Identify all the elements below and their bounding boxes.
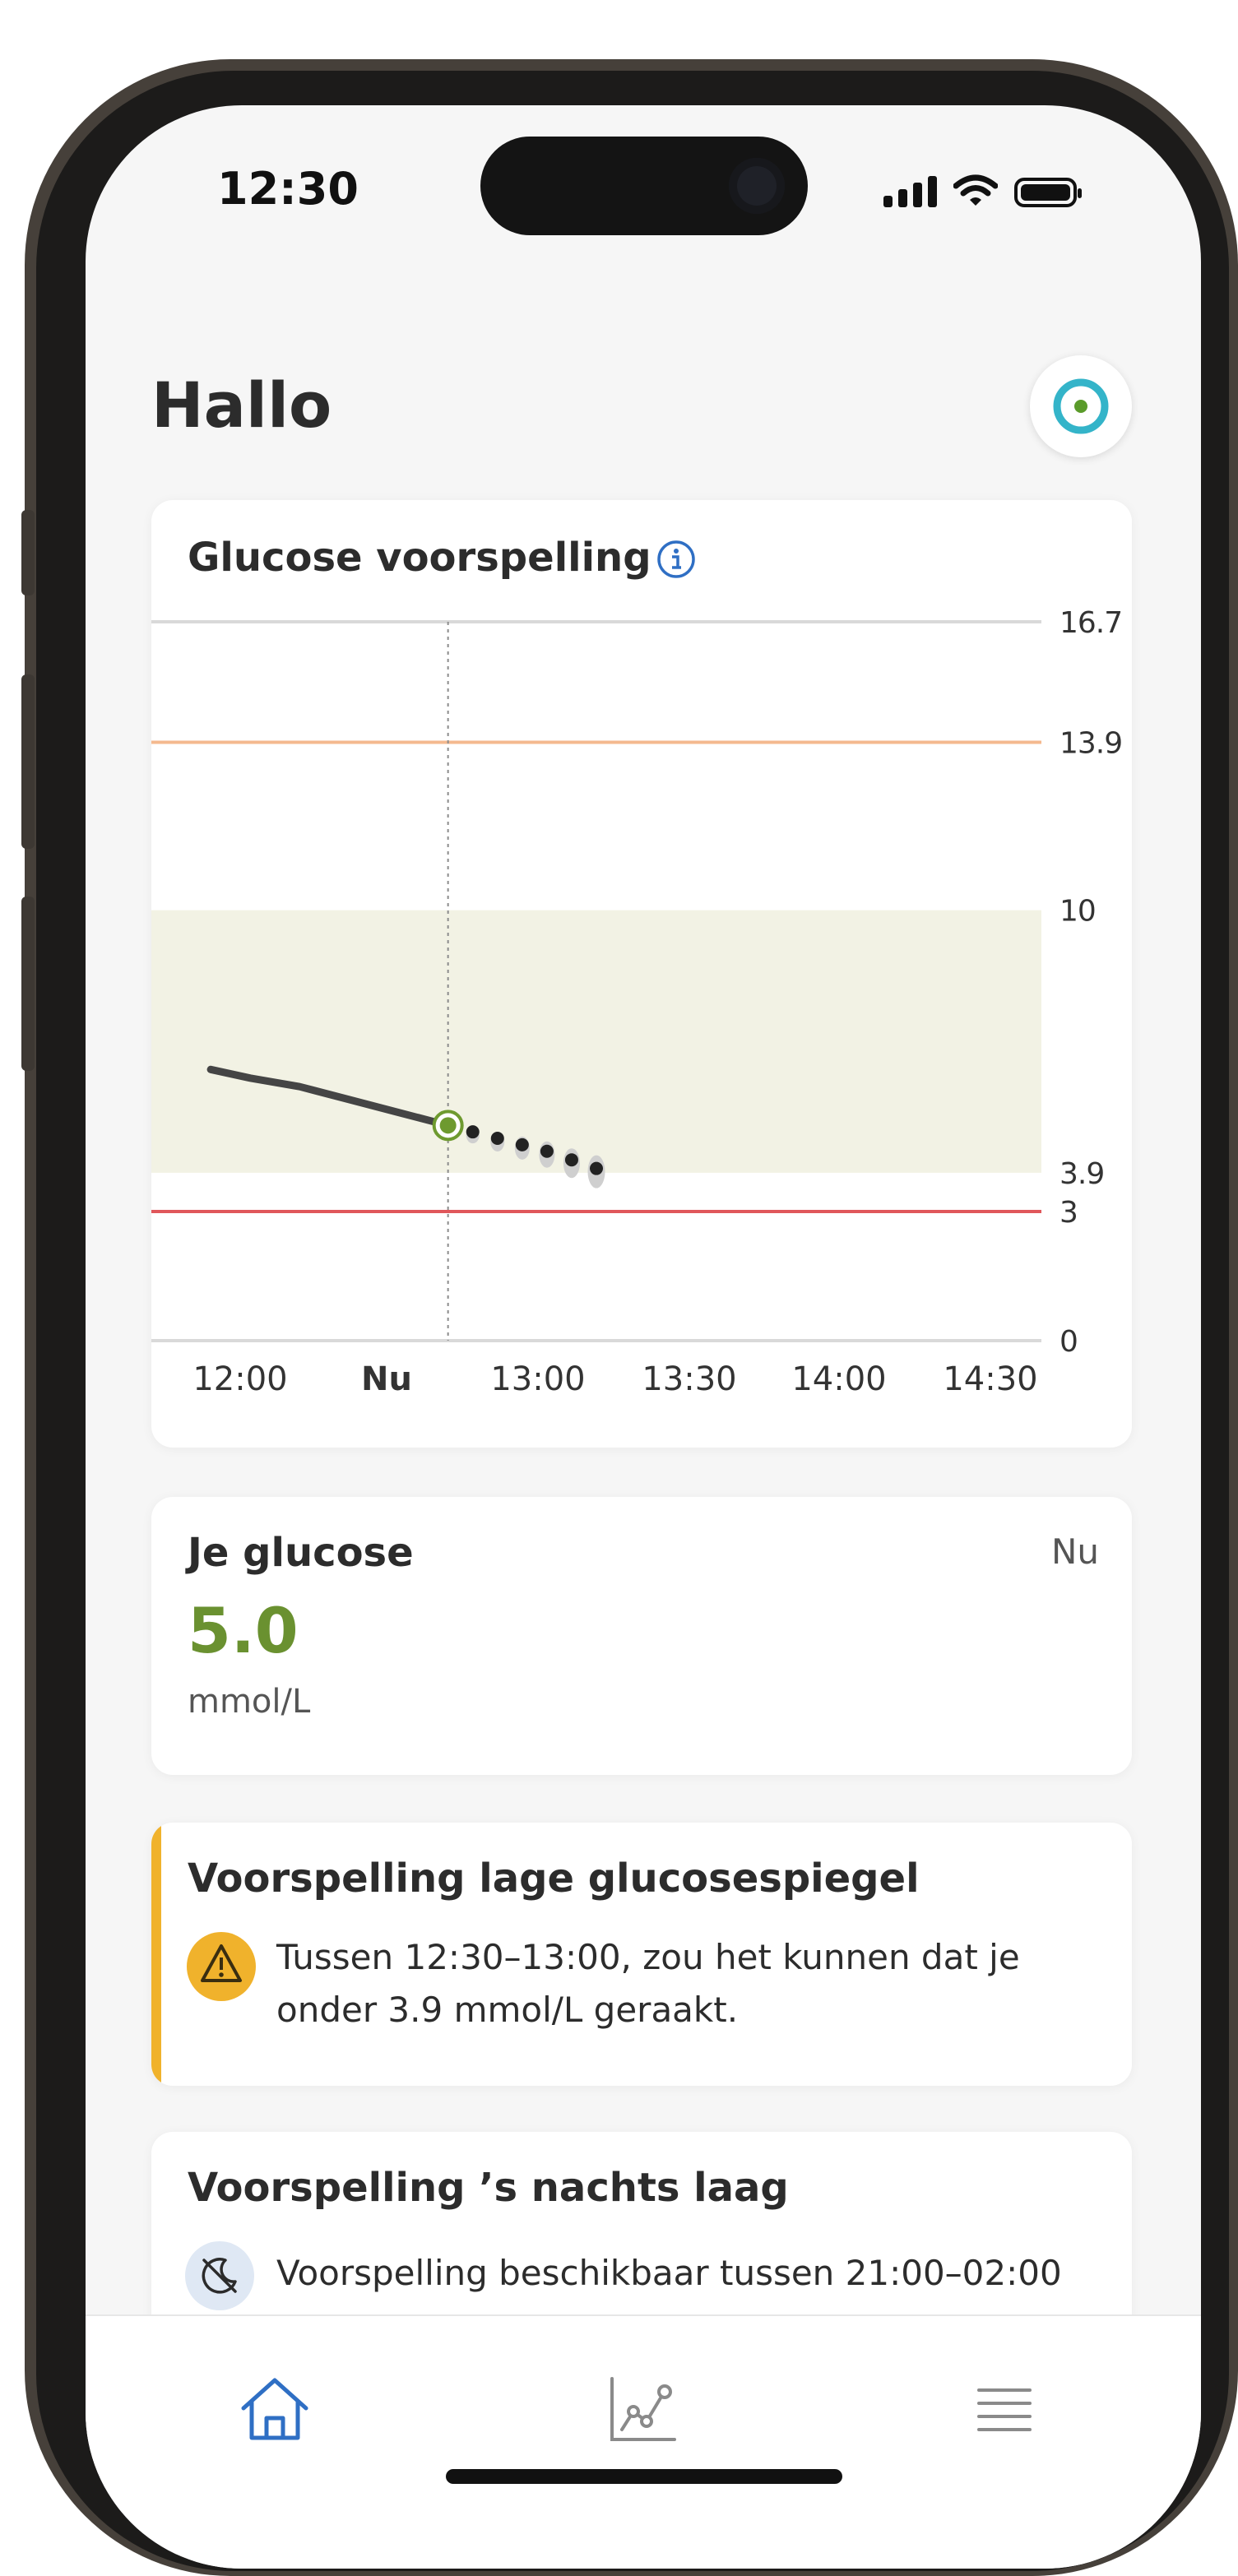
mute-switch [21, 510, 35, 595]
x-tick-label: 12:00 [192, 1360, 287, 1398]
menu-icon[interactable] [976, 2385, 1033, 2435]
status-icons [883, 174, 1082, 207]
status-time: 12:30 [217, 163, 359, 215]
glucose-card-title: Je glucose [188, 1530, 414, 1576]
alert-accent-bar [151, 1823, 161, 2086]
y-tick-label: 16.7 [1059, 606, 1122, 640]
chart-icon[interactable] [607, 2375, 678, 2444]
forecast-point [590, 1161, 603, 1175]
y-tick-label: 3 [1059, 1196, 1078, 1230]
sensor-icon [1053, 378, 1109, 434]
current-glucose-marker [439, 1117, 457, 1134]
y-tick-label: 10 [1059, 895, 1096, 929]
night-card-title: Voorspelling ’s nachts laag [188, 2165, 789, 2211]
bottom-tab-bar [86, 2314, 1201, 2569]
forecast-point [490, 1132, 504, 1146]
y-tick-label: 3.9 [1059, 1157, 1104, 1191]
volume-up-button [21, 674, 35, 849]
alert-text: Tussen 12:30–13:00, zou het kunnen dat j… [276, 1931, 1020, 2036]
glucose-time-label: Nu [1050, 1531, 1099, 1572]
alert-text-line-2: onder 3.9 mmol/L geraakt. [276, 1990, 739, 2030]
night-card-text: Voorspelling beschikbaar tussen 21:00–02… [276, 2253, 1062, 2293]
current-glucose-card[interactable]: Je glucose Nu 5.0 mmol/L [151, 1497, 1132, 1775]
x-tick-label: 13:30 [642, 1360, 736, 1398]
wifi-icon [953, 174, 998, 206]
y-tick-label: 0 [1059, 1325, 1078, 1359]
glucose-value: 5.0 [188, 1594, 299, 1667]
target-range-band [151, 910, 1041, 1173]
glucose-forecast-card[interactable]: Glucose voorspelling 0 3 3.9 10 13.9 16.7 12:0… [151, 500, 1132, 1448]
home-indicator [446, 2469, 842, 2484]
y-tick-label: 13.9 [1059, 727, 1122, 761]
alert-title: Voorspelling lage glucosespiegel [188, 1856, 920, 1902]
forecast-point [564, 1153, 578, 1167]
forecast-point [515, 1137, 529, 1151]
low-glucose-alert-card[interactable]: Voorspelling lage glucosespiegel Tussen … [151, 1823, 1132, 2086]
page-title: Hallo [151, 368, 332, 442]
phone-screen: 12:30 Hallo Glucose voorspelling 0 3 3.9 10… [86, 105, 1201, 2569]
volume-down-button [21, 897, 35, 1071]
x-tick-label: 13:00 [490, 1360, 585, 1398]
alert-text-line-1: Tussen 12:30–13:00, zou het kunnen dat j… [276, 1937, 1020, 1977]
x-tick-label: 14:00 [791, 1360, 886, 1398]
home-icon[interactable] [239, 2375, 311, 2444]
glucose-unit: mmol/L [188, 1683, 311, 1721]
moon-disabled-icon [185, 2241, 254, 2310]
forecast-point [466, 1125, 480, 1139]
x-tick-label: Nu [361, 1360, 412, 1398]
battery-icon [1014, 178, 1082, 207]
cellular-signal-icon [883, 174, 937, 207]
warning-icon [187, 1932, 256, 2001]
sensor-status-button[interactable] [1030, 355, 1132, 457]
glucose-chart: 0 3 3.9 10 13.9 16.7 12:00 Nu 13:00 13:30 14:00 14:… [151, 606, 1123, 1398]
front-camera [729, 158, 785, 214]
dynamic-island [480, 137, 808, 235]
forecast-point [540, 1144, 554, 1158]
x-tick-label: 14:30 [943, 1360, 1037, 1398]
